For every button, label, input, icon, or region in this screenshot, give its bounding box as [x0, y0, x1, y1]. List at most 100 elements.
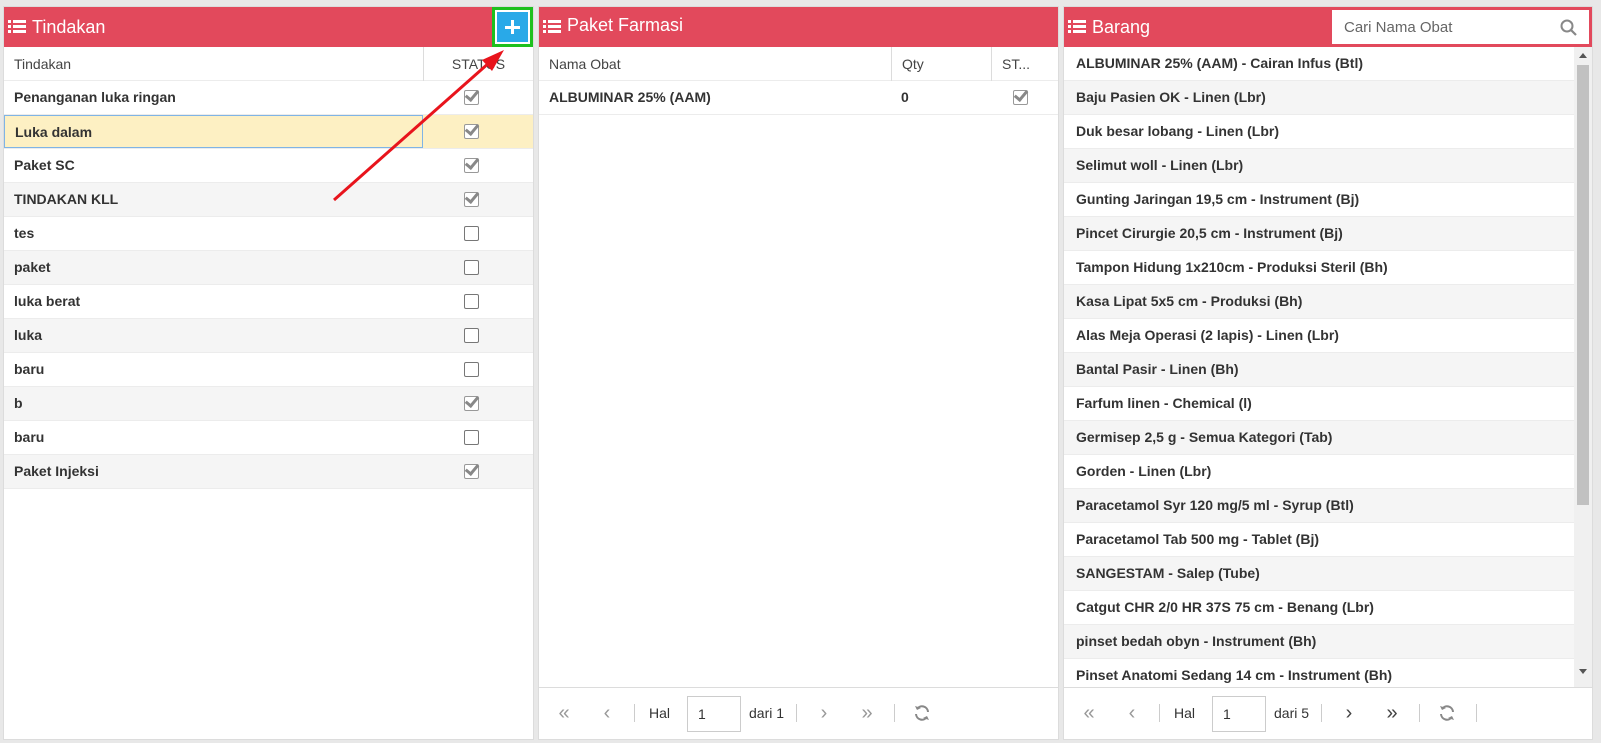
paket-grid-header: Nama Obat Qty ST... [539, 47, 1058, 81]
tindakan-name: paket [14, 259, 51, 275]
scroll-thumb[interactable] [1577, 65, 1589, 505]
column-header-qty[interactable]: Qty [891, 47, 991, 81]
last-page-icon[interactable]: » [857, 703, 877, 723]
list-item[interactable]: pinset bedah obyn - Instrument (Bh) [1064, 625, 1574, 659]
status-checkbox[interactable] [464, 294, 479, 309]
table-row[interactable]: Luka dalam [4, 115, 533, 149]
table-row[interactable]: baru [4, 353, 533, 387]
page-label: Hal [1174, 705, 1196, 721]
list-item[interactable]: Kasa Lipat 5x5 cm - Produksi (Bh) [1064, 285, 1574, 319]
page-number-input[interactable] [1212, 696, 1266, 732]
status-checkbox[interactable] [464, 260, 479, 275]
list-icon [1068, 19, 1086, 35]
status-checkbox[interactable] [464, 124, 479, 139]
page-number-input[interactable] [687, 696, 741, 732]
refresh-icon[interactable] [1438, 704, 1456, 722]
barang-name: SANGESTAM - Salep (Tube) [1076, 565, 1260, 581]
barang-name: Selimut woll - Linen (Lbr) [1076, 157, 1244, 173]
paket-farmasi-title: Paket Farmasi [567, 15, 684, 35]
table-row[interactable]: luka berat [4, 285, 533, 319]
column-header-nama-obat[interactable]: Nama Obat [539, 47, 891, 81]
barang-panel: Barang ALBUMINAR 25% (AAM) - Cairan Infu… [1063, 6, 1593, 740]
list-item[interactable]: Baju Pasien OK - Linen (Lbr) [1064, 81, 1574, 115]
tindakan-rows: Penanganan luka ringan Luka dalam Paket SC… [4, 81, 533, 489]
list-item[interactable]: Bantal Pasir - Linen (Bh) [1064, 353, 1574, 387]
first-page-icon[interactable]: « [554, 703, 574, 723]
status-checkbox[interactable] [1013, 90, 1028, 105]
page-total: dari 1 [749, 705, 785, 721]
tindakan-name: luka berat [14, 293, 81, 309]
table-row[interactable]: baru [4, 421, 533, 455]
status-checkbox[interactable] [464, 192, 479, 207]
status-checkbox[interactable] [464, 328, 479, 343]
status-checkbox[interactable] [464, 226, 479, 241]
status-checkbox[interactable] [464, 396, 479, 411]
status-checkbox[interactable] [464, 90, 479, 105]
column-header-status[interactable]: ST... [991, 47, 1058, 81]
last-page-icon[interactable]: » [1382, 703, 1402, 723]
barang-name: ALBUMINAR 25% (AAM) - Cairan Infus (Btl) [1076, 55, 1363, 71]
add-tindakan-button[interactable] [492, 7, 533, 47]
table-row[interactable]: Paket SC [4, 149, 533, 183]
table-row[interactable]: paket [4, 251, 533, 285]
barang-name: Catgut CHR 2/0 HR 37S 75 cm - Benang (Lb… [1076, 599, 1374, 615]
list-icon [543, 19, 561, 35]
page-label: Hal [649, 705, 671, 721]
refresh-icon[interactable] [913, 704, 931, 722]
status-checkbox[interactable] [464, 430, 479, 445]
search-icon[interactable] [1560, 19, 1577, 36]
barang-name: Pincet Cirurgie 20,5 cm - Instrument (Bj… [1076, 225, 1343, 241]
list-item[interactable]: Catgut CHR 2/0 HR 37S 75 cm - Benang (Lb… [1064, 591, 1574, 625]
list-item[interactable]: Selimut woll - Linen (Lbr) [1064, 149, 1574, 183]
table-row[interactable]: Paket Injeksi [4, 455, 533, 489]
list-item[interactable]: Gunting Jaringan 19,5 cm - Instrument (B… [1064, 183, 1574, 217]
column-header-tindakan[interactable]: Tindakan [4, 47, 423, 81]
paket-pager: « ‹ Hal dari 1 › » [539, 687, 1058, 739]
barang-name: Alas Meja Operasi (2 lapis) - Linen (Lbr… [1076, 327, 1339, 343]
table-row[interactable]: luka [4, 319, 533, 353]
tindakan-name: Luka dalam [4, 115, 423, 148]
list-icon [8, 19, 26, 35]
barang-name: Gorden - Linen (Lbr) [1076, 463, 1212, 479]
barang-pager: « ‹ Hal dari 5 › » [1064, 687, 1592, 739]
barang-name: Bantal Pasir - Linen (Bh) [1076, 361, 1239, 377]
barang-name: Baju Pasien OK - Linen (Lbr) [1076, 89, 1266, 105]
list-item[interactable]: Germisep 2,5 g - Semua Kategori (Tab) [1064, 421, 1574, 455]
qty-value[interactable]: 0 [891, 81, 909, 114]
barang-name: Germisep 2,5 g - Semua Kategori (Tab) [1076, 429, 1333, 445]
barang-name: Kasa Lipat 5x5 cm - Produksi (Bh) [1076, 293, 1303, 309]
table-row[interactable]: Penanganan luka ringan [4, 81, 533, 115]
search-input[interactable] [1332, 10, 1552, 44]
list-item[interactable]: Alas Meja Operasi (2 lapis) - Linen (Lbr… [1064, 319, 1574, 353]
status-checkbox[interactable] [464, 362, 479, 377]
status-checkbox[interactable] [464, 158, 479, 173]
nama-obat: ALBUMINAR 25% (AAM) [549, 89, 711, 105]
prev-page-icon[interactable]: ‹ [597, 703, 617, 723]
list-item[interactable]: Duk besar lobang - Linen (Lbr) [1064, 115, 1574, 149]
scroll-down-icon[interactable] [1579, 669, 1587, 674]
list-item[interactable]: Farfum linen - Chemical (l) [1064, 387, 1574, 421]
list-item[interactable]: Pinset Anatomi Sedang 14 cm - Instrument… [1064, 659, 1574, 687]
list-item[interactable]: SANGESTAM - Salep (Tube) [1064, 557, 1574, 591]
list-item[interactable]: Gorden - Linen (Lbr) [1064, 455, 1574, 489]
table-row[interactable]: tes [4, 217, 533, 251]
first-page-icon[interactable]: « [1079, 703, 1099, 723]
status-checkbox[interactable] [464, 464, 479, 479]
barang-header: Barang [1064, 7, 1592, 47]
list-item[interactable]: Tampon Hidung 1x210cm - Produksi Steril … [1064, 251, 1574, 285]
next-page-icon[interactable]: › [1339, 703, 1359, 723]
list-item[interactable]: ALBUMINAR 25% (AAM) - Cairan Infus (Btl) [1064, 47, 1574, 81]
list-item[interactable]: Pincet Cirurgie 20,5 cm - Instrument (Bj… [1064, 217, 1574, 251]
table-row[interactable]: ALBUMINAR 25% (AAM) 0 [539, 81, 1058, 115]
table-row[interactable]: b [4, 387, 533, 421]
plus-icon [497, 12, 528, 42]
list-item[interactable]: Paracetamol Tab 500 mg - Tablet (Bj) [1064, 523, 1574, 557]
column-header-status[interactable]: STATUS [423, 47, 533, 81]
next-page-icon[interactable]: › [814, 703, 834, 723]
paket-farmasi-panel: Paket Farmasi Nama Obat Qty ST... ALBUMI… [538, 6, 1059, 740]
scroll-up-icon[interactable] [1579, 53, 1587, 58]
prev-page-icon[interactable]: ‹ [1122, 703, 1142, 723]
table-row[interactable]: TINDAKAN KLL [4, 183, 533, 217]
list-item[interactable]: Paracetamol Syr 120 mg/5 ml - Syrup (Btl… [1064, 489, 1574, 523]
barang-scrollbar[interactable] [1574, 47, 1592, 687]
